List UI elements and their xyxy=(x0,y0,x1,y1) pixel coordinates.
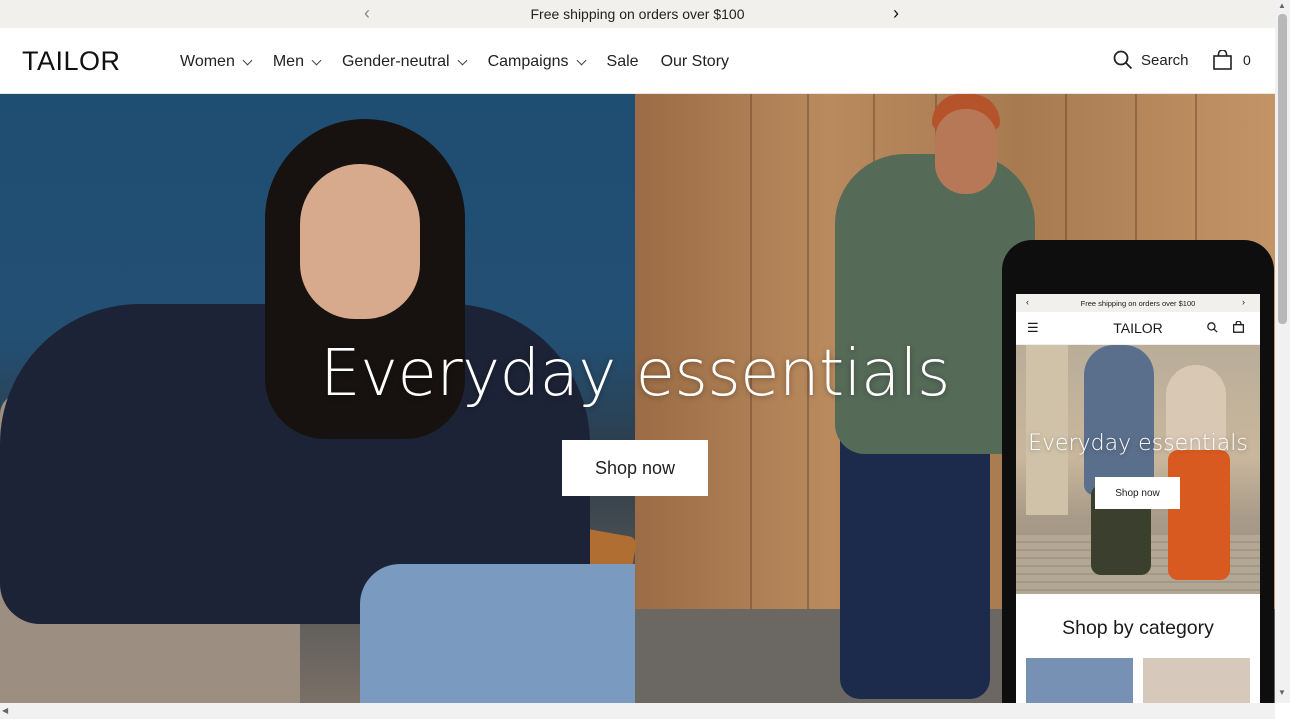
bag-icon xyxy=(1213,50,1232,70)
cart-count: 0 xyxy=(1243,52,1251,68)
nav-item-label: Our Story xyxy=(660,53,730,70)
chevron-down-icon xyxy=(576,55,586,65)
chevron-down-icon xyxy=(242,55,253,65)
column xyxy=(1026,345,1068,515)
mobile-logo[interactable]: TAILOR xyxy=(1016,320,1260,336)
chevron-right-icon[interactable]: › xyxy=(1242,297,1245,307)
scroll-left-icon[interactable]: ◀ xyxy=(2,706,8,716)
nav-item-gender-neutral[interactable]: Gender-neutral xyxy=(341,50,468,74)
site-header: TAILOR Women Men Gender-neutral Campaign… xyxy=(0,28,1275,94)
horizontal-scrollbar[interactable] xyxy=(0,703,1275,719)
model-orange-pants xyxy=(1168,450,1230,580)
model-face xyxy=(300,164,420,319)
nav-item-label: Campaigns xyxy=(487,53,569,70)
mobile-header: ☰ TAILOR xyxy=(1016,312,1260,345)
search-icon xyxy=(1113,50,1133,70)
mobile-screen: ‹ Free shipping on orders over $100 › ☰ … xyxy=(1016,294,1260,719)
cart-button[interactable]: 0 xyxy=(1213,50,1251,70)
chevron-down-icon xyxy=(457,55,468,65)
nav-item-sale[interactable]: Sale xyxy=(607,50,639,74)
search-button[interactable]: Search xyxy=(1113,50,1189,70)
model-denim-jacket xyxy=(1084,345,1154,495)
announcement-text: Free shipping on orders over $100 xyxy=(530,6,745,22)
nav-item-our-story[interactable]: Our Story xyxy=(661,50,729,74)
mobile-hero: Everyday essentials Shop now xyxy=(1016,345,1260,594)
chevron-down-icon xyxy=(311,55,322,65)
model-face-male xyxy=(935,109,997,194)
nav-item-men[interactable]: Men xyxy=(272,50,322,74)
model-jeans-male xyxy=(840,419,990,699)
scrollbar-thumb[interactable] xyxy=(1278,14,1287,324)
chevron-left-icon[interactable]: ‹ xyxy=(1026,297,1029,307)
section-title: Shop by category xyxy=(1062,616,1214,639)
scroll-down-icon[interactable]: ▼ xyxy=(1278,688,1286,698)
search-icon[interactable] xyxy=(1207,322,1218,333)
chevron-right-icon[interactable]: › xyxy=(893,3,899,23)
mobile-shop-now-button[interactable]: Shop now xyxy=(1095,477,1180,509)
bag-icon[interactable] xyxy=(1233,321,1244,333)
scroll-up-icon[interactable]: ▲ xyxy=(1278,1,1286,11)
nav-item-women[interactable]: Women xyxy=(180,50,253,74)
logo[interactable]: TAILOR xyxy=(22,46,121,77)
shop-now-button[interactable]: Shop now xyxy=(562,440,708,496)
chevron-left-icon[interactable]: ‹ xyxy=(364,3,370,23)
nav-item-label: Sale xyxy=(606,53,639,70)
search-label: Search xyxy=(1141,51,1189,69)
mobile-preview: ‹ Free shipping on orders over $100 › ☰ … xyxy=(1002,240,1274,719)
mobile-announcement-text: Free shipping on orders over $100 xyxy=(1080,298,1196,308)
nav-item-label: Gender-neutral xyxy=(341,53,450,70)
model-jeans xyxy=(360,564,635,703)
main-nav: Women Men Gender-neutral Campaigns Sale … xyxy=(180,50,751,74)
nav-item-label: Women xyxy=(180,53,235,70)
mobile-hero-title: Everyday essentials xyxy=(1028,431,1248,456)
nav-item-campaigns[interactable]: Campaigns xyxy=(487,50,586,74)
nav-item-label: Men xyxy=(272,53,304,70)
announcement-bar: ‹ Free shipping on orders over $100 › xyxy=(0,0,1275,28)
mobile-announcement-bar: ‹ Free shipping on orders over $100 › xyxy=(1016,294,1260,312)
